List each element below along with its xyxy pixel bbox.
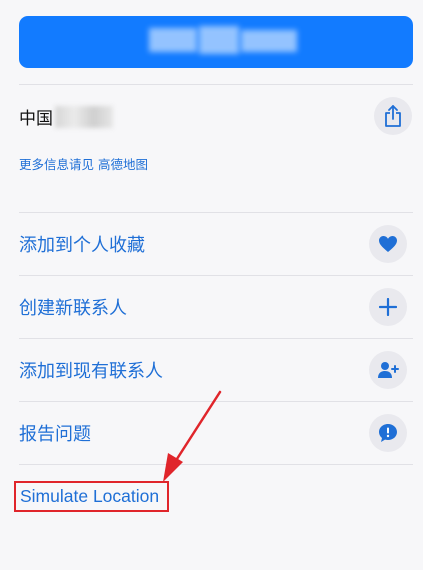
heart-icon[interactable] [369,225,407,263]
divider [19,84,413,85]
create-contact-label: 创建新联系人 [19,298,127,319]
amap-link[interactable]: 高德地图 [98,154,148,173]
primary-action-button[interactable] [19,16,413,68]
plus-icon[interactable] [369,288,407,326]
add-to-existing-contact-label: 添加到现有联系人 [19,361,163,382]
person-add-icon[interactable] [369,351,407,389]
address-redacted [55,105,113,128]
simulate-location-label: Simulate Location [20,486,160,506]
redaction-blur [241,30,297,52]
more-info-line: 更多信息请见 高德地图 [19,154,148,173]
share-icon [385,105,401,127]
report-issue-row[interactable]: 报告问题 [19,402,413,464]
more-info-prefix: 更多信息请见 [19,157,95,172]
report-issue-label: 报告问题 [19,424,91,445]
address-line: 中国 [19,104,113,129]
redaction-blur [149,28,197,52]
exclamation-bubble-icon[interactable] [369,414,407,452]
divider [19,464,413,465]
create-contact-row[interactable]: 创建新联系人 [19,276,413,338]
add-to-favorites-label: 添加到个人收藏 [19,235,145,256]
simulate-location-button[interactable]: Simulate Location [14,481,169,512]
add-to-favorites-row[interactable]: 添加到个人收藏 [19,213,413,275]
redaction-blur [199,26,239,54]
share-button[interactable] [374,97,412,135]
add-to-existing-contact-row[interactable]: 添加到现有联系人 [19,339,413,401]
address-prefix: 中国 [19,109,53,129]
